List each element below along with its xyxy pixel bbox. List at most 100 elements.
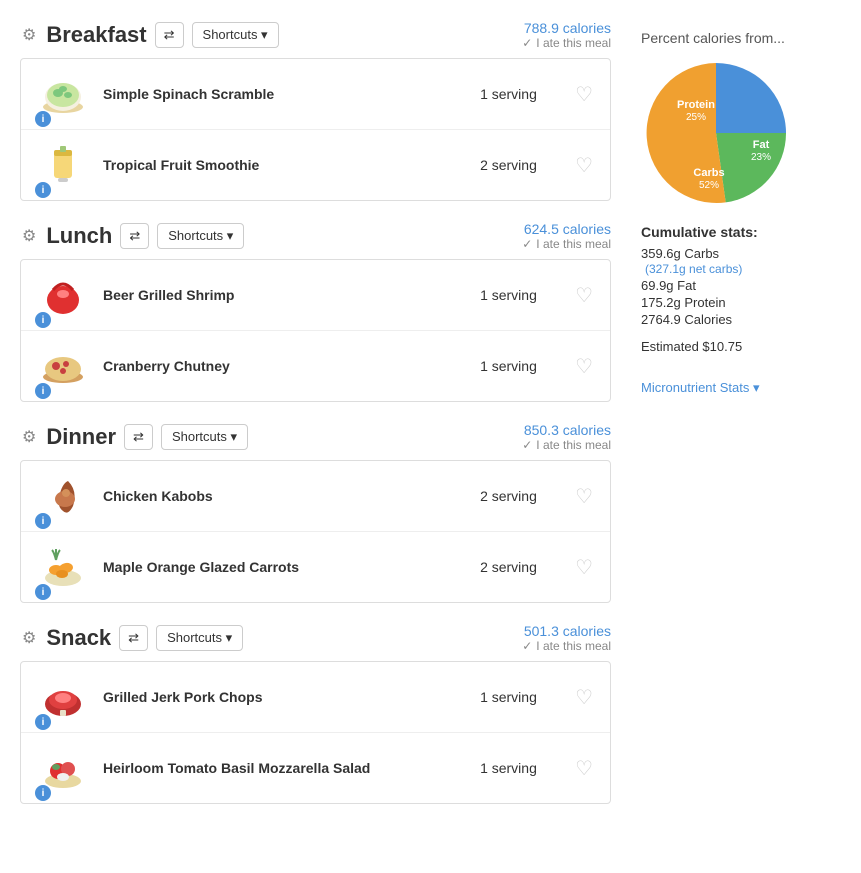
meal-header-breakfast: ⚙ Breakfast ⇄ Shortcuts ▾ 788.9 calories… (20, 20, 611, 50)
sort-button-dinner[interactable]: ⇄ (124, 424, 153, 450)
checkmark-lunch: ✓ (522, 237, 532, 251)
main-layout: ⚙ Breakfast ⇄ Shortcuts ▾ 788.9 calories… (20, 20, 841, 824)
cumulative-stats: Cumulative stats: 359.6g Carbs (327.1g n… (641, 224, 841, 327)
meal-header-snack: ⚙ Snack ⇄ Shortcuts ▾ 501.3 calories ✓ I… (20, 623, 611, 653)
checkmark-snack: ✓ (522, 639, 532, 653)
svg-text:Carbs: Carbs (693, 167, 724, 179)
estimated-cost: Estimated $10.75 (641, 339, 841, 354)
favorite-button[interactable]: ♡ (570, 354, 598, 379)
favorite-button[interactable]: ♡ (570, 484, 598, 509)
meal-section-snack: ⚙ Snack ⇄ Shortcuts ▾ 501.3 calories ✓ I… (20, 623, 611, 804)
meals-column: ⚙ Breakfast ⇄ Shortcuts ▾ 788.9 calories… (20, 20, 611, 824)
ate-this-meal-lunch[interactable]: ✓ I ate this meal (522, 237, 611, 251)
micronutrient-link[interactable]: Micronutrient Stats ▾ (641, 380, 760, 396)
food-row: i Beer Grilled Shrimp 1 serving ♡ (21, 260, 610, 331)
food-card-dinner: i Chicken Kabobs 2 serving ♡ i Maple Ora… (20, 460, 611, 603)
food-card-snack: i Grilled Jerk Pork Chops 1 serving ♡ i … (20, 661, 611, 804)
food-icon-wrap: i (33, 743, 93, 793)
cumulative-label: Cumulative stats: (641, 224, 841, 240)
info-button[interactable]: i (35, 785, 51, 801)
calories-link-snack[interactable]: 501.3 calories (524, 623, 611, 639)
favorite-button[interactable]: ♡ (570, 153, 598, 178)
info-button[interactable]: i (35, 312, 51, 328)
favorite-button[interactable]: ♡ (570, 756, 598, 781)
ate-label-dinner: I ate this meal (536, 438, 611, 452)
calories-link-breakfast[interactable]: 788.9 calories (524, 20, 611, 36)
shortcuts-button-lunch[interactable]: Shortcuts ▾ (157, 223, 244, 249)
meal-title-lunch: Lunch (46, 223, 112, 249)
meal-title-dinner: Dinner (46, 424, 116, 450)
meal-header-left-lunch: ⚙ Lunch ⇄ Shortcuts ▾ (20, 223, 244, 249)
meal-header-right-dinner: 850.3 calories ✓ I ate this meal (522, 422, 611, 452)
meal-title-snack: Snack (46, 625, 111, 651)
calories-link-dinner[interactable]: 850.3 calories (524, 422, 611, 438)
food-card-breakfast: i Simple Spinach Scramble 1 serving ♡ i … (20, 58, 611, 201)
ate-label-breakfast: I ate this meal (536, 36, 611, 50)
svg-text:52%: 52% (699, 180, 719, 191)
food-serving: 1 serving (480, 760, 570, 776)
info-button[interactable]: i (35, 383, 51, 399)
ate-label-lunch: I ate this meal (536, 237, 611, 251)
gear-button-breakfast[interactable]: ⚙ (20, 23, 38, 47)
favorite-button[interactable]: ♡ (570, 82, 598, 107)
favorite-button[interactable]: ♡ (570, 555, 598, 580)
gear-button-dinner[interactable]: ⚙ (20, 425, 38, 449)
food-row: i Simple Spinach Scramble 1 serving ♡ (21, 59, 610, 130)
shortcuts-button-snack[interactable]: Shortcuts ▾ (156, 625, 243, 651)
meal-header-right-snack: 501.3 calories ✓ I ate this meal (522, 623, 611, 653)
food-icon-wrap: i (33, 471, 93, 521)
food-name: Beer Grilled Shrimp (93, 287, 480, 303)
checkmark-dinner: ✓ (522, 438, 532, 452)
stat-carbs: 359.6g Carbs (327.1g net carbs) (641, 246, 841, 276)
food-icon-wrap: i (33, 69, 93, 119)
meal-header-right-lunch: 624.5 calories ✓ I ate this meal (522, 221, 611, 251)
sort-button-breakfast[interactable]: ⇄ (155, 22, 184, 48)
stat-fat: 69.9g Fat (641, 278, 841, 293)
meal-header-left-breakfast: ⚙ Breakfast ⇄ Shortcuts ▾ (20, 22, 279, 48)
info-button[interactable]: i (35, 182, 51, 198)
food-icon-wrap: i (33, 542, 93, 592)
food-serving: 2 serving (480, 559, 570, 575)
meal-header-dinner: ⚙ Dinner ⇄ Shortcuts ▾ 850.3 calories ✓ … (20, 422, 611, 452)
food-row: i Maple Orange Glazed Carrots 2 serving … (21, 532, 610, 602)
food-name: Cranberry Chutney (93, 358, 480, 374)
shortcuts-button-dinner[interactable]: Shortcuts ▾ (161, 424, 248, 450)
calories-link-lunch[interactable]: 624.5 calories (524, 221, 611, 237)
food-serving: 1 serving (480, 86, 570, 102)
food-name: Tropical Fruit Smoothie (93, 157, 480, 173)
ate-this-meal-dinner[interactable]: ✓ I ate this meal (522, 438, 611, 452)
sort-button-lunch[interactable]: ⇄ (120, 223, 149, 249)
food-row: i Heirloom Tomato Basil Mozzarella Salad… (21, 733, 610, 803)
food-name: Maple Orange Glazed Carrots (93, 559, 480, 575)
meal-section-lunch: ⚙ Lunch ⇄ Shortcuts ▾ 624.5 calories ✓ I… (20, 221, 611, 402)
ate-this-meal-breakfast[interactable]: ✓ I ate this meal (522, 36, 611, 50)
info-button[interactable]: i (35, 513, 51, 529)
food-icon-wrap: i (33, 341, 93, 391)
info-button[interactable]: i (35, 111, 51, 127)
sidebar-column: Percent calories from... Protein 25% Fat… (641, 20, 841, 824)
stat-protein: 175.2g Protein (641, 295, 841, 310)
ate-this-meal-snack[interactable]: ✓ I ate this meal (522, 639, 611, 653)
info-button[interactable]: i (35, 714, 51, 730)
info-button[interactable]: i (35, 584, 51, 600)
favorite-button[interactable]: ♡ (570, 685, 598, 710)
shortcuts-button-breakfast[interactable]: Shortcuts ▾ (192, 22, 279, 48)
food-name: Heirloom Tomato Basil Mozzarella Salad (93, 760, 480, 776)
food-row: i Cranberry Chutney 1 serving ♡ (21, 331, 610, 401)
meal-header-lunch: ⚙ Lunch ⇄ Shortcuts ▾ 624.5 calories ✓ I… (20, 221, 611, 251)
food-serving: 1 serving (480, 358, 570, 374)
food-icon-wrap: i (33, 672, 93, 722)
food-row: i Tropical Fruit Smoothie 2 serving ♡ (21, 130, 610, 200)
gear-button-lunch[interactable]: ⚙ (20, 224, 38, 248)
pie-chart: Protein 25% Fat 23% Carbs 52% (641, 58, 791, 208)
meal-section-breakfast: ⚙ Breakfast ⇄ Shortcuts ▾ 788.9 calories… (20, 20, 611, 201)
food-serving: 2 serving (480, 488, 570, 504)
ate-label-snack: I ate this meal (536, 639, 611, 653)
gear-button-snack[interactable]: ⚙ (20, 626, 38, 650)
food-serving: 2 serving (480, 157, 570, 173)
food-icon-wrap: i (33, 270, 93, 320)
food-name: Simple Spinach Scramble (93, 86, 480, 102)
favorite-button[interactable]: ♡ (570, 283, 598, 308)
svg-text:Fat: Fat (753, 139, 770, 151)
sort-button-snack[interactable]: ⇄ (119, 625, 148, 651)
